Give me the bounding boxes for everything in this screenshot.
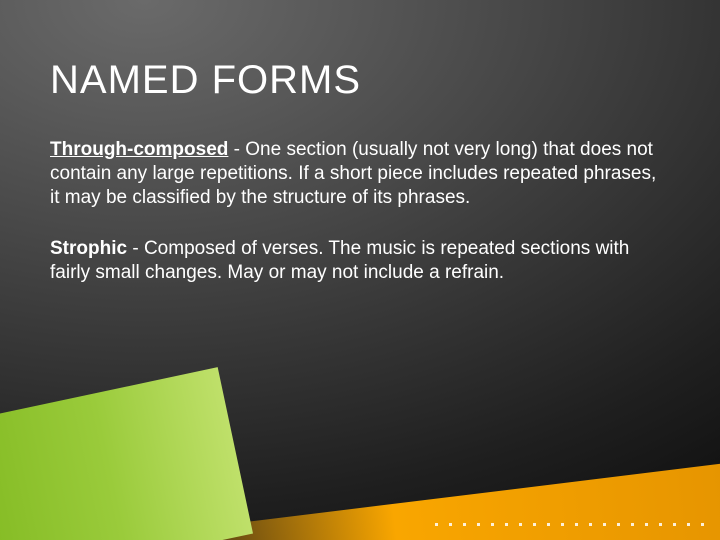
slide-body: Through-composed - One section (usually …: [50, 138, 670, 313]
dot-icon: [533, 523, 536, 526]
term-label: Strophic: [50, 238, 127, 259]
dot-icon: [477, 523, 480, 526]
dot-icon: [435, 523, 438, 526]
dot-icon: [631, 523, 634, 526]
dot-icon: [673, 523, 676, 526]
decorative-dots: [435, 523, 704, 526]
dot-icon: [645, 523, 648, 526]
dot-icon: [505, 523, 508, 526]
dot-icon: [701, 523, 704, 526]
dot-icon: [575, 523, 578, 526]
slide-title: NAMED FORMS: [50, 58, 361, 103]
dot-icon: [561, 523, 564, 526]
dot-icon: [687, 523, 690, 526]
dot-icon: [491, 523, 494, 526]
dot-icon: [659, 523, 662, 526]
definition-item: Through-composed - One section (usually …: [50, 138, 670, 209]
dot-icon: [589, 523, 592, 526]
definition-item: Strophic - Composed of verses. The music…: [50, 237, 670, 285]
dot-icon: [547, 523, 550, 526]
dot-icon: [463, 523, 466, 526]
dot-icon: [519, 523, 522, 526]
dot-icon: [603, 523, 606, 526]
accent-stripe-green: [0, 367, 253, 540]
term-definition: - Composed of verses. The music is repea…: [50, 238, 629, 283]
term-label: Through-composed: [50, 139, 228, 160]
dot-icon: [449, 523, 452, 526]
slide: NAMED FORMS Through-composed - One secti…: [0, 0, 720, 540]
dot-icon: [617, 523, 620, 526]
